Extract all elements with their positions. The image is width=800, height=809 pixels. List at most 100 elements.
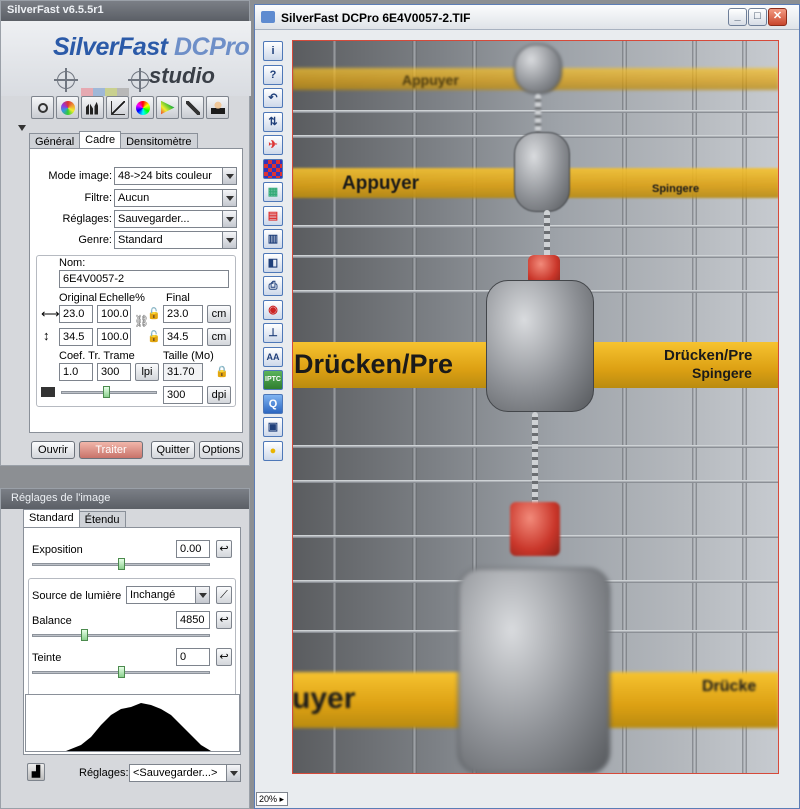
minimize-button[interactable]: _	[728, 8, 747, 26]
image-preview[interactable]: Appuyer Appuyer Spingere Drücken/Pre Drü…	[292, 40, 779, 774]
balance-field[interactable]: 4850	[176, 611, 210, 629]
settings-select[interactable]: Sauvegarder...	[114, 210, 237, 228]
stamp-icon[interactable]: ⊥	[263, 323, 283, 343]
light-source-select[interactable]: Inchangé	[126, 586, 210, 604]
name-field[interactable]: 6E4V0057-2	[59, 270, 229, 288]
panel-collapse-arrow[interactable]	[18, 125, 26, 131]
height-scale-field[interactable]: 100.0	[97, 328, 131, 346]
histogram-toggle-button[interactable]: ▟	[27, 763, 45, 781]
genre-value: Standard	[118, 234, 163, 246]
adjust-panel-titlebar[interactable]: Réglages de l'image	[1, 489, 249, 509]
coef-field[interactable]: 1.0	[59, 363, 93, 381]
page-icon[interactable]: ▥	[263, 229, 283, 249]
handle-text: Appuyer	[342, 173, 420, 194]
help-icon[interactable]: ?	[263, 64, 283, 85]
swatch	[81, 88, 93, 96]
tint-field[interactable]: 0	[176, 648, 210, 666]
color-wheel-tool-button[interactable]	[131, 96, 154, 119]
genre-select[interactable]: Standard	[114, 231, 237, 249]
settings-label: Réglages:	[62, 213, 112, 225]
bulb-icon[interactable]: ●	[263, 440, 283, 461]
quit-button[interactable]: Quitter	[151, 441, 195, 459]
curve-tool-button[interactable]	[106, 96, 129, 119]
pipette-button[interactable]: ⟋	[216, 586, 232, 604]
balance-label: Balance	[32, 615, 72, 627]
resolution-icon[interactable]	[41, 387, 55, 397]
gradation-tool-button[interactable]	[156, 96, 179, 119]
size-label: Taille (Mo)	[163, 350, 214, 362]
screen-field[interactable]: 300	[97, 363, 131, 381]
filter-select[interactable]: Aucun	[114, 189, 237, 207]
height-final-field[interactable]: 34.5	[163, 328, 203, 346]
close-button[interactable]: ✕	[768, 8, 787, 26]
chevron-down-icon[interactable]	[222, 211, 236, 227]
lock-open-icon[interactable]: 🔓	[147, 330, 161, 343]
grid-icon[interactable]	[263, 158, 283, 179]
print-icon[interactable]: ⎙	[263, 276, 283, 296]
chain-link-icon[interactable]: ⛓	[134, 314, 149, 328]
mode-image-select[interactable]: 48->24 bits couleur	[114, 167, 237, 185]
chevron-down-icon[interactable]	[222, 232, 236, 248]
airplane-icon[interactable]: ✈	[263, 135, 283, 155]
handle-text: Drücken/Pre	[664, 347, 753, 364]
doc-icon[interactable]: ▤	[263, 205, 283, 226]
scanner-icon[interactable]: ▣	[263, 417, 283, 437]
info-icon[interactable]: i	[263, 41, 283, 61]
lock-closed-icon[interactable]: 🔒	[215, 365, 229, 378]
width-scale-field[interactable]: 100.0	[97, 305, 131, 323]
split-icon[interactable]: ◧	[263, 252, 283, 273]
main-toolbar	[31, 96, 229, 119]
resolution-field[interactable]: 300	[163, 386, 203, 404]
zoom-icon	[37, 102, 48, 113]
width-original-field[interactable]: 23.0	[59, 305, 93, 323]
aperture-tool-button[interactable]	[56, 96, 79, 119]
tint-reset-button[interactable]: ↩	[216, 648, 232, 666]
cart-wire	[622, 40, 627, 774]
screen-unit-button[interactable]: lpi	[135, 363, 159, 381]
q-icon[interactable]: Q	[263, 393, 283, 414]
histogram-tool-button[interactable]	[81, 96, 104, 119]
chevron-down-icon[interactable]	[222, 168, 236, 184]
options-button[interactable]: Options	[199, 441, 243, 459]
expert-tool-button[interactable]	[206, 96, 229, 119]
main-panel-titlebar[interactable]: SilverFast v6.5.5r1	[1, 1, 249, 21]
aa-icon[interactable]: AA	[263, 346, 283, 367]
exposure-slider-thumb[interactable]	[118, 558, 125, 570]
chevron-down-icon[interactable]	[222, 190, 236, 206]
exposure-field[interactable]: 0.00	[176, 540, 210, 558]
handle-text: Spingere	[652, 183, 700, 195]
adjust-settings-select[interactable]: <Sauvegarder...>	[129, 764, 241, 782]
iptc-icon[interactable]: IPTC	[263, 370, 283, 390]
resolution-unit-button[interactable]: dpi	[207, 386, 231, 404]
chevron-down-icon[interactable]	[226, 765, 240, 781]
chevron-down-icon[interactable]	[195, 587, 209, 603]
balance-slider-track[interactable]	[32, 634, 210, 637]
maximize-button[interactable]: □	[748, 8, 767, 26]
filter-value: Aucun	[118, 192, 150, 204]
balance-reset-button[interactable]: ↩	[216, 611, 232, 629]
process-button[interactable]: Traiter	[79, 441, 143, 459]
open-button[interactable]: Ouvrir	[31, 441, 75, 459]
width-final-field[interactable]: 23.0	[163, 305, 203, 323]
width-unit-button[interactable]: cm	[207, 305, 231, 323]
undo-icon[interactable]: ↶	[263, 88, 283, 108]
handle-text: Spingere	[692, 365, 752, 381]
height-unit-button[interactable]: cm	[207, 328, 231, 346]
aperture-icon	[60, 100, 75, 115]
name-label: Nom:	[59, 257, 86, 269]
pipette-tool-button[interactable]	[181, 96, 204, 119]
cart-chain	[535, 94, 541, 134]
tab-standard[interactable]: Standard	[23, 509, 80, 528]
exposure-reset-button[interactable]: ↩	[216, 540, 232, 558]
image-window-titlebar[interactable]: SilverFast DCPro 6E4V0057-2.TIF _ □ ✕	[255, 5, 799, 30]
balance-slider-thumb[interactable]	[81, 629, 88, 641]
width-arrows-icon: ⟷	[41, 306, 60, 321]
height-original-field[interactable]: 34.5	[59, 328, 93, 346]
resolution-slider-thumb[interactable]	[103, 386, 110, 398]
zoom-tool-button[interactable]	[31, 96, 54, 119]
zoom-select[interactable]: 20% ▸	[256, 792, 288, 806]
image-icon[interactable]: ▦	[263, 182, 283, 202]
eye-icon[interactable]: ◉	[263, 299, 283, 320]
tint-slider-thumb[interactable]	[118, 666, 125, 678]
transfer-icon[interactable]: ⇅	[263, 111, 283, 132]
